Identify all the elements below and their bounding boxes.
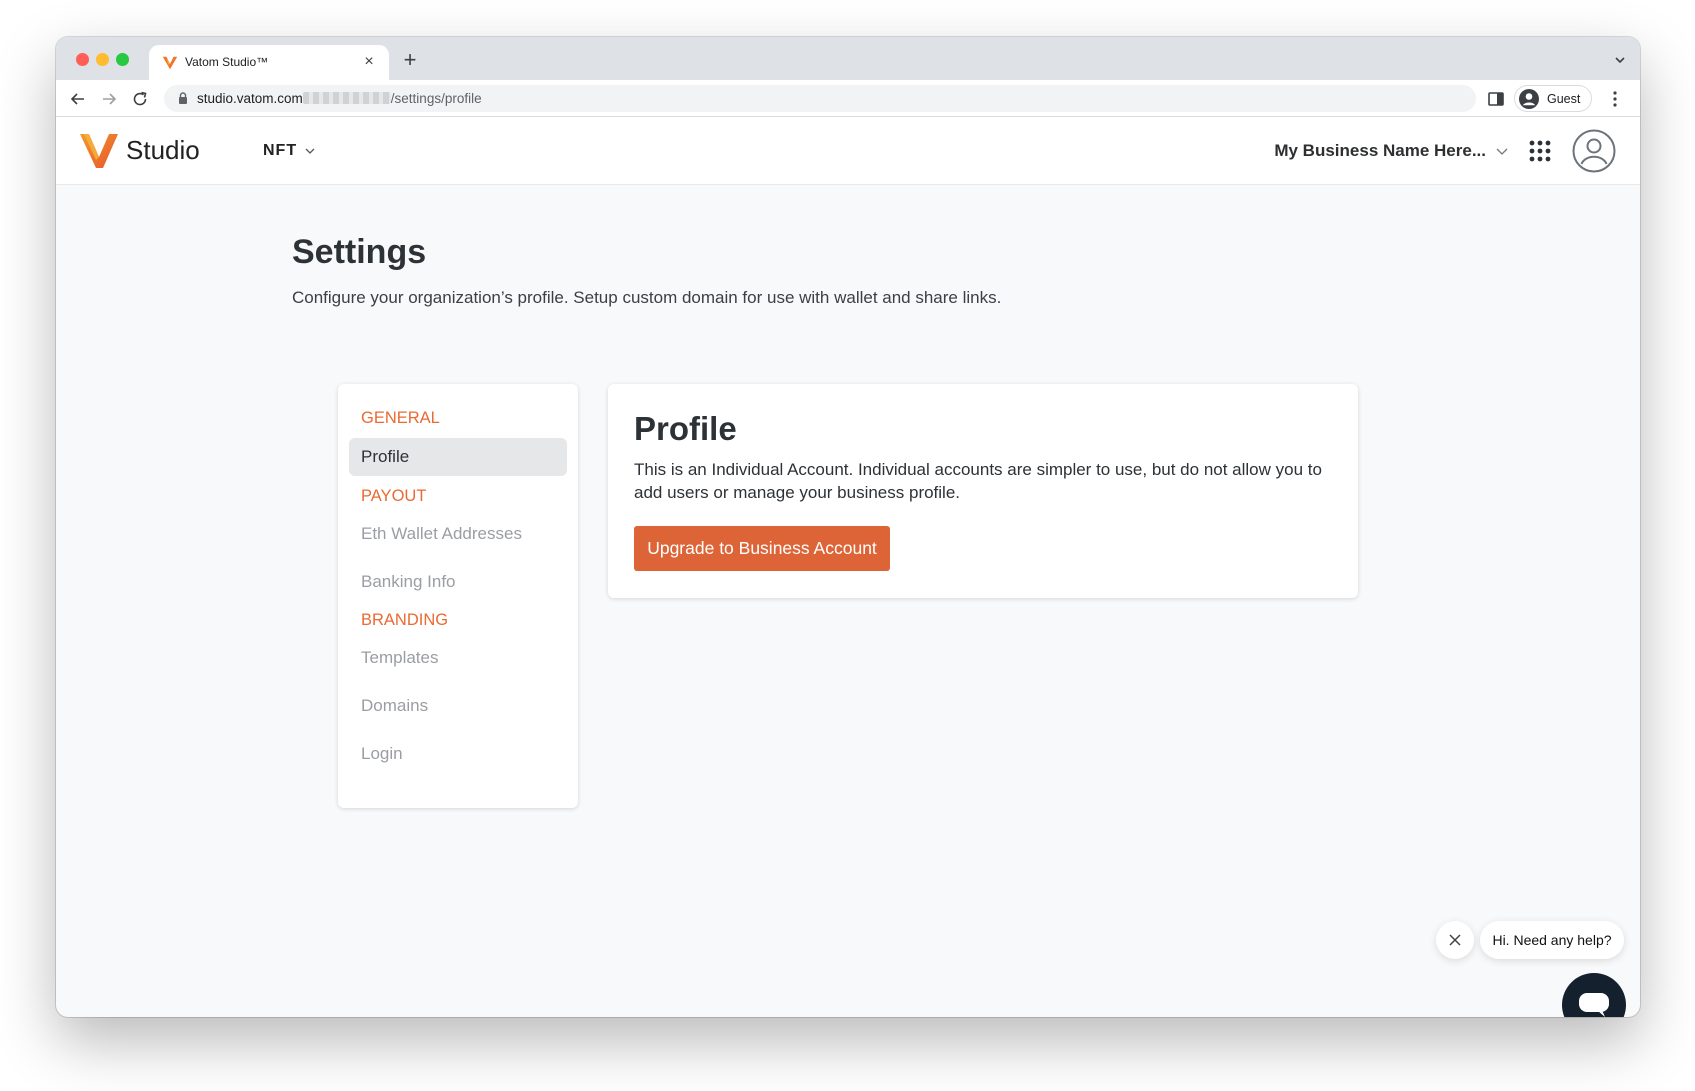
nav-item-domains[interactable]: Domains — [349, 687, 567, 725]
maximize-window-button[interactable] — [116, 53, 129, 66]
browser-menu-icon[interactable] — [1607, 89, 1623, 109]
browser-tab[interactable]: Vatom Studio™ × — [149, 45, 389, 80]
reload-icon[interactable] — [130, 89, 150, 109]
chat-launcher-button[interactable] — [1562, 973, 1626, 1017]
logo-text[interactable]: Studio — [126, 135, 200, 166]
close-window-button[interactable] — [76, 53, 89, 66]
browser-toolbar: studio.vatom.com/settings/profile Guest — [56, 80, 1640, 117]
side-panel-icon[interactable] — [1487, 90, 1505, 108]
url-redacted-segment — [302, 92, 391, 104]
nav-item-login[interactable]: Login — [349, 735, 567, 773]
chevron-down-icon — [305, 148, 315, 154]
apps-grid-icon[interactable] — [1528, 139, 1552, 163]
settings-nav: GENERAL Profile PAYOUT Eth Wallet Addres… — [338, 384, 578, 808]
nav-item-eth-wallet-addresses[interactable]: Eth Wallet Addresses — [349, 515, 567, 553]
url-host: studio.vatom.com — [197, 91, 303, 106]
product-switcher-label: NFT — [263, 142, 298, 159]
profile-label: Guest — [1547, 92, 1581, 106]
address-bar[interactable]: studio.vatom.com/settings/profile — [164, 85, 1476, 112]
product-switcher[interactable]: NFT — [263, 141, 317, 161]
organization-name: My Business Name Here... — [1274, 141, 1486, 160]
organization-switcher[interactable]: My Business Name Here... — [1274, 140, 1510, 162]
nav-section-payout: PAYOUT — [361, 487, 427, 505]
tab-search-chevron-icon[interactable] — [1612, 52, 1628, 68]
tab-title: Vatom Studio™ — [185, 55, 269, 69]
help-message-bubble[interactable]: Hi. Need any help? — [1480, 921, 1624, 959]
close-icon — [1449, 934, 1461, 946]
back-arrow-icon[interactable] — [68, 89, 88, 109]
browser-window: Vatom Studio™ × + studio.vatom.com/setti… — [56, 37, 1640, 1017]
upgrade-to-business-button[interactable]: Upgrade to Business Account — [634, 526, 890, 571]
url-path: /settings/profile — [390, 91, 482, 106]
profile-card-description: This is an Individual Account. Individua… — [634, 460, 1322, 502]
chevron-down-icon — [1496, 148, 1508, 155]
profile-card-title: Profile — [634, 410, 737, 447]
main-content: Settings Configure your organization’s p… — [56, 185, 1640, 1017]
tab-strip: Vatom Studio™ × + — [56, 37, 1640, 80]
forward-arrow-icon[interactable] — [99, 89, 119, 109]
new-tab-button[interactable]: + — [399, 49, 421, 72]
nav-item-banking-info[interactable]: Banking Info — [349, 563, 567, 601]
vatom-favicon-icon — [162, 56, 178, 70]
profile-card: Profile This is an Individual Account. I… — [608, 384, 1358, 598]
close-tab-icon[interactable]: × — [359, 52, 379, 72]
user-account-icon[interactable] — [1572, 129, 1616, 173]
minimize-window-button[interactable] — [96, 53, 109, 66]
help-dismiss-button[interactable] — [1436, 921, 1474, 959]
page-title: Settings — [292, 233, 427, 271]
app-header: Studio NFT My Business Name Here... — [56, 117, 1640, 185]
nav-item-templates[interactable]: Templates — [349, 639, 567, 677]
nav-section-general: GENERAL — [361, 409, 440, 427]
guest-avatar-icon — [1519, 89, 1539, 109]
vatom-logo-icon[interactable] — [78, 130, 120, 170]
lock-icon[interactable] — [176, 91, 190, 105]
chat-bubble-icon — [1579, 993, 1609, 1017]
url-text: studio.vatom.com/settings/profile — [197, 91, 482, 106]
profile-chip[interactable]: Guest — [1514, 85, 1592, 112]
nav-item-profile[interactable]: Profile — [349, 438, 567, 476]
nav-section-branding: BRANDING — [361, 611, 449, 629]
page-subtitle: Configure your organization’s profile. S… — [292, 288, 1002, 307]
